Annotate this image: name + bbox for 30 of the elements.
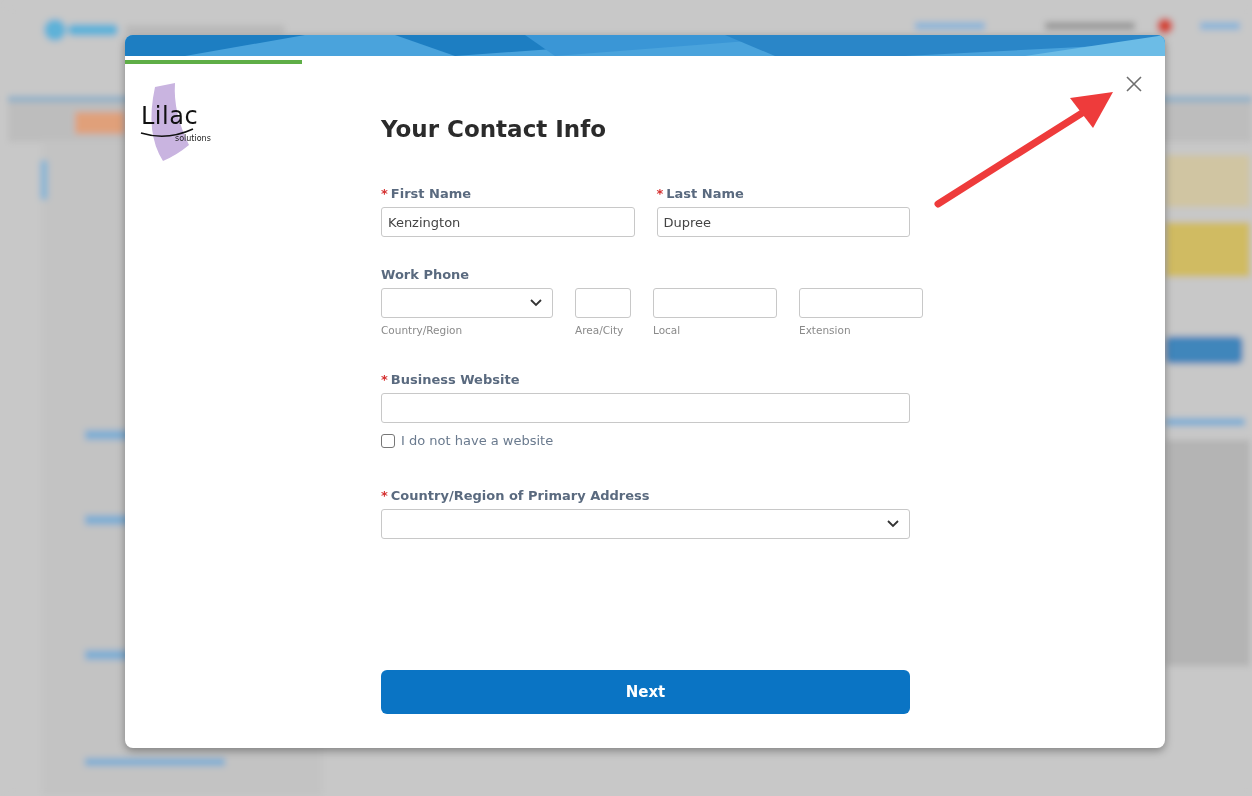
input-field[interactable] (575, 288, 631, 318)
input-field[interactable] (799, 288, 923, 318)
next-button[interactable]: Next (381, 670, 910, 714)
checkbox-label: I do not have a website (401, 433, 554, 448)
chevron-icon (887, 520, 899, 528)
select-field[interactable] (381, 509, 910, 539)
input-field[interactable]: Kenzington (381, 207, 635, 237)
input-field[interactable] (653, 288, 777, 318)
field-caption: Area/City (575, 324, 625, 336)
required-mark: * (381, 372, 388, 387)
field-caption: Extension (799, 324, 852, 336)
field-label: Last Name (666, 186, 744, 201)
field-caption: Country/Region (381, 324, 464, 336)
required-mark: * (381, 488, 388, 503)
dialog-title: Your Contact Info (381, 116, 607, 144)
input-field[interactable] (381, 393, 910, 423)
input-field[interactable]: Dupree (656, 207, 910, 237)
field-label: Work Phone (381, 267, 471, 283)
required-mark: * (656, 186, 664, 201)
checkbox[interactable] (381, 433, 395, 448)
field-label: Country/Region of Primary Address (390, 488, 650, 503)
select-field[interactable] (381, 288, 553, 318)
logo-tagline: solutions (175, 134, 211, 143)
field-label: First Name (390, 186, 472, 201)
field-label: Business Website (390, 372, 520, 387)
field-caption: Local (653, 324, 682, 336)
close-icon[interactable] (1125, 75, 1143, 93)
required-mark: * (381, 186, 388, 201)
logo-name: Lilac (141, 102, 199, 130)
chevron-icon (530, 299, 542, 307)
